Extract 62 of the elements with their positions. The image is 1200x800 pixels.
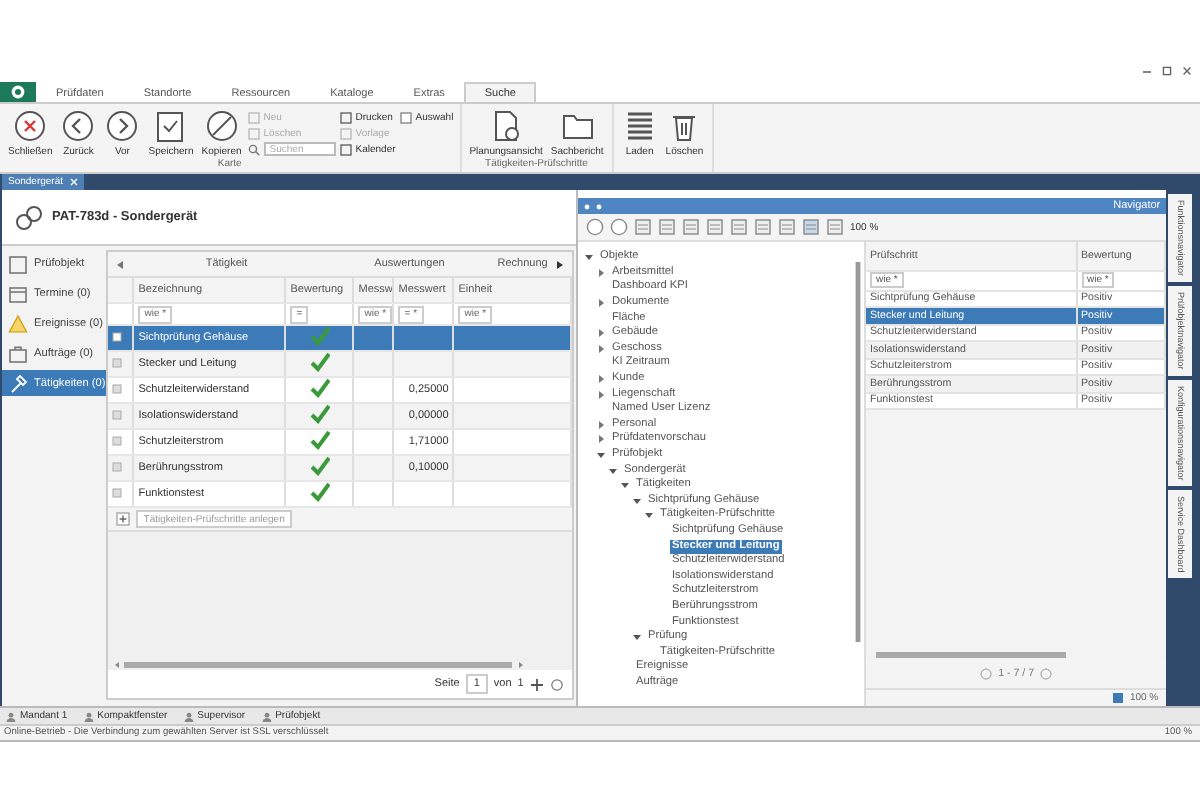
expander-icon[interactable] xyxy=(596,328,606,339)
expander-icon[interactable] xyxy=(596,450,606,461)
expander-icon[interactable] xyxy=(596,419,606,430)
expander-icon[interactable] xyxy=(596,267,606,278)
check-icon xyxy=(309,326,330,346)
row-marker-icon xyxy=(111,383,122,393)
check-icon xyxy=(309,482,330,502)
expander-icon[interactable] xyxy=(596,389,606,400)
app-menu-button[interactable] xyxy=(0,82,36,102)
add-icon[interactable] xyxy=(529,677,544,691)
expander-icon[interactable] xyxy=(632,632,642,643)
check-icon xyxy=(309,378,330,398)
user-icon xyxy=(6,711,16,721)
toolbar-icon[interactable] xyxy=(706,218,724,236)
toolbar-icon[interactable] xyxy=(682,218,700,236)
check-icon xyxy=(309,352,330,372)
briefcase-icon xyxy=(8,343,28,363)
row-marker-icon xyxy=(111,357,122,367)
row-marker-icon xyxy=(111,435,122,445)
close-icon xyxy=(12,108,49,144)
expander-icon[interactable] xyxy=(632,495,642,506)
toolbar-icon[interactable] xyxy=(802,218,820,236)
expander-icon[interactable] xyxy=(644,510,654,521)
device-icon xyxy=(14,203,42,231)
toolbar-icon[interactable] xyxy=(730,218,748,236)
toolbar-icon[interactable] xyxy=(754,218,772,236)
user-icon xyxy=(183,711,194,721)
expander-icon[interactable] xyxy=(608,465,618,476)
expander-icon[interactable] xyxy=(596,298,606,309)
toolbar-icon[interactable] xyxy=(658,218,676,236)
search-icon xyxy=(247,143,260,155)
expander-icon[interactable] xyxy=(596,434,606,445)
check-icon xyxy=(309,456,330,476)
minimize-icon[interactable] xyxy=(1142,66,1152,76)
expand-arrow-icon[interactable] xyxy=(555,259,564,269)
maximize-icon[interactable] xyxy=(1162,66,1172,76)
back-icon xyxy=(60,108,97,144)
app-logo-icon xyxy=(10,84,26,100)
calendar-icon xyxy=(8,283,28,303)
user-icon xyxy=(83,711,94,721)
expander-icon[interactable] xyxy=(596,343,606,354)
expander-icon[interactable] xyxy=(620,480,630,491)
toolbar-icon[interactable] xyxy=(634,218,652,236)
toolbar-icon[interactable] xyxy=(778,218,796,236)
toolbar-icon[interactable] xyxy=(826,218,844,236)
expander-icon[interactable] xyxy=(596,374,606,385)
row-marker-icon xyxy=(111,331,122,341)
expander-icon[interactable] xyxy=(584,252,594,263)
row-marker-icon xyxy=(111,409,122,419)
check-icon xyxy=(309,404,330,424)
check-icon xyxy=(309,430,330,450)
close-icon[interactable] xyxy=(1182,66,1192,76)
collapse-arrow-icon[interactable] xyxy=(115,259,124,269)
warning-icon xyxy=(8,313,28,333)
row-marker-icon xyxy=(111,461,122,471)
checkbox-icon xyxy=(399,111,412,123)
hammer-icon xyxy=(8,373,28,393)
forward-icon xyxy=(104,108,141,144)
user-icon xyxy=(261,711,272,721)
row-marker-icon xyxy=(111,487,122,497)
add-icon[interactable] xyxy=(115,512,130,526)
scrollbar-icon[interactable] xyxy=(113,659,524,669)
